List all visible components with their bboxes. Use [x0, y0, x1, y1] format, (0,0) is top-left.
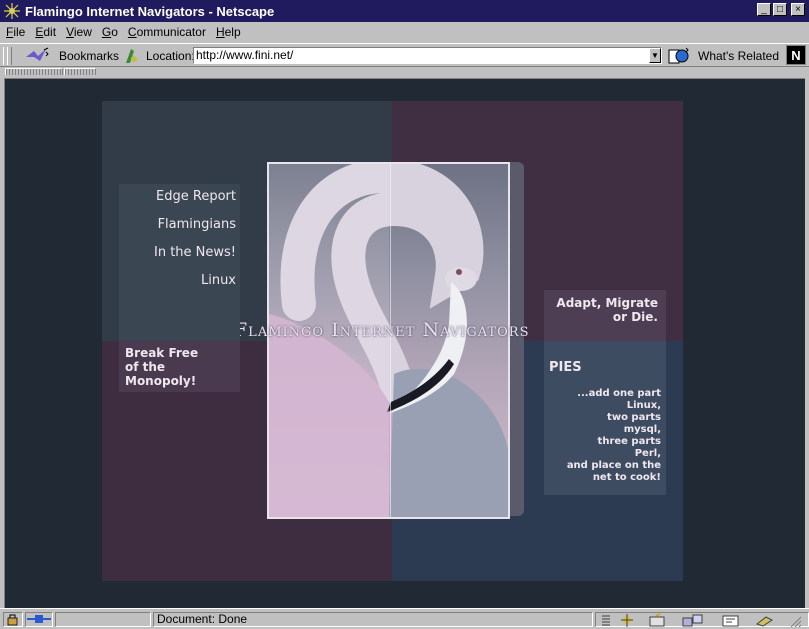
status-resize-icon[interactable] — [788, 613, 802, 628]
security-lock-icon[interactable] — [3, 612, 23, 627]
component-bar — [595, 612, 809, 628]
location-input[interactable]: http://www.fini.net/ — [193, 47, 662, 64]
adapt-migrate-link[interactable]: Adapt, Migrate or Die. — [556, 296, 658, 324]
menu-view[interactable]: View — [66, 25, 92, 39]
break-free-link[interactable]: Break Free of the Monopoly! — [125, 346, 198, 388]
nav-flamingians[interactable]: Flamingians — [119, 217, 240, 232]
whats-related-icon[interactable] — [668, 47, 690, 65]
maximize-button[interactable]: □ — [773, 3, 787, 16]
mail-icon[interactable] — [648, 613, 670, 628]
toolbar-tabs — [0, 67, 809, 77]
menu-help[interactable]: Help — [216, 25, 241, 39]
location-toolbar: Bookmarks Location: http://www.fini.net/… — [0, 43, 809, 67]
toolbar-tab-2[interactable] — [64, 68, 96, 75]
taskbar-grip-icon[interactable] — [600, 613, 612, 628]
composer-icon[interactable] — [720, 613, 742, 628]
whats-related-button[interactable]: What's Related — [698, 49, 779, 63]
adapt-panel[interactable]: Adapt, Migrate or Die. — [544, 290, 666, 341]
netscape-logo[interactable]: N — [786, 45, 806, 65]
location-icon[interactable] — [122, 47, 140, 65]
site-title: Flamingo Internet Navigators — [234, 319, 530, 341]
status-bar: Document: Done — [0, 608, 809, 629]
toolbar-grip-2[interactable] — [7, 47, 12, 65]
bookmarks-button[interactable]: Bookmarks — [59, 49, 119, 63]
nav-edge-report[interactable]: Edge Report — [119, 189, 240, 204]
break-free-panel[interactable]: Break Free of the Monopoly! — [119, 341, 240, 392]
nav-panel: Edge Report Flamingians In the News! Lin… — [119, 184, 240, 341]
instant-messenger-icon[interactable] — [754, 613, 776, 628]
pies-panel: PIES ...add one part Linux, two parts my… — [544, 341, 666, 495]
bookmarks-icon[interactable] — [24, 47, 50, 65]
connection-icon[interactable] — [25, 612, 53, 627]
nav-in-the-news[interactable]: In the News! — [119, 245, 240, 260]
window-title: Flamingo Internet Navigators - Netscape — [25, 3, 275, 19]
pies-link[interactable]: PIES — [549, 360, 582, 375]
menu-edit[interactable]: Edit — [35, 25, 56, 39]
progress-bar — [55, 612, 151, 627]
minimize-button[interactable]: _ — [757, 3, 771, 16]
nav-linux[interactable]: Linux — [119, 273, 240, 288]
menu-communicator[interactable]: Communicator — [128, 25, 206, 39]
netscape-app-icon — [4, 3, 20, 19]
status-text: Document: Done — [153, 612, 593, 627]
discussions-icon[interactable] — [682, 613, 704, 628]
location-dropdown-button[interactable]: ▼ — [649, 48, 661, 63]
close-button[interactable]: × — [791, 3, 805, 16]
pies-description: ...add one part Linux, two parts mysql, … — [566, 388, 661, 483]
menu-bar: File Edit View Go Communicator Help — [0, 22, 809, 42]
menu-go[interactable]: Go — [102, 25, 118, 39]
location-label: Location: — [146, 49, 195, 63]
toolbar-tab-1[interactable] — [5, 68, 63, 75]
navigator-icon[interactable] — [618, 613, 636, 628]
title-bar: Flamingo Internet Navigators - Netscape … — [0, 0, 809, 22]
menu-file[interactable]: File — [6, 25, 25, 39]
